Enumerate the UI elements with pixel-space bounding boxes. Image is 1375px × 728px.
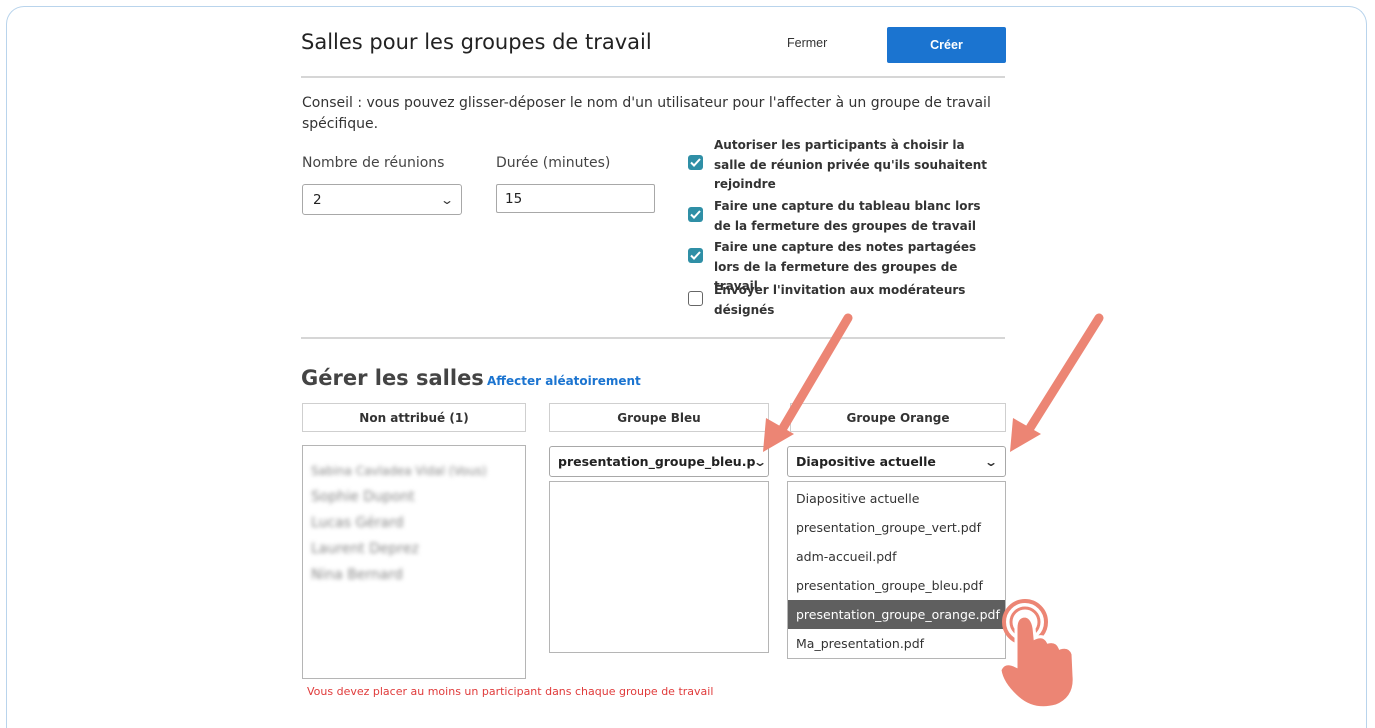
user-name[interactable]: Sophie Dupont [311,484,525,510]
orange-group-file-dropdown[interactable]: Diapositive actuelle presentation_groupe… [787,481,1006,659]
duration-input[interactable]: 15 [496,184,655,213]
column-header-unassigned: Non attribué (1) [302,403,526,432]
checkbox-unchecked-icon[interactable] [688,291,703,306]
section-divider [301,337,1005,339]
random-assign-link[interactable]: Affecter aléatoirement [487,374,641,388]
orange-group-file-select[interactable]: Diapositive actuelle ⌄ [787,446,1006,477]
close-button[interactable]: Fermer [787,36,827,50]
rooms-count-label: Nombre de réunions [302,155,445,171]
checkbox-checked-icon[interactable] [688,248,703,263]
rooms-count-value: 2 [313,191,322,208]
option-label: Faire une capture du tableau blanc lors … [714,199,981,233]
option-whiteboard-capture[interactable]: Faire une capture du tableau blanc lors … [688,197,1008,236]
chevron-down-icon: ⌄ [439,192,455,207]
header-divider [301,76,1005,78]
dropdown-option[interactable]: presentation_groupe_vert.pdf [788,513,1005,542]
create-button[interactable]: Créer [887,27,1006,63]
option-label: Envoyer l'invitation aux modérateurs dés… [714,283,966,317]
manage-rooms-title: Gérer les salles [301,366,484,390]
duration-label: Durée (minutes) [496,155,611,171]
option-invite-moderators[interactable]: Envoyer l'invitation aux modérateurs dés… [688,281,1008,320]
validation-error: Vous devez placer au moins un participan… [307,685,714,698]
rooms-count-select[interactable]: 2 ⌄ [302,184,462,215]
dialog-title: Salles pour les groupes de travail [301,30,652,54]
dropdown-option[interactable]: Ma_presentation.pdf [788,629,1005,658]
blue-group-file-select[interactable]: presentation_groupe_bleu.p ⌄ [549,446,769,477]
user-name[interactable]: Nina Bernard [311,562,525,588]
unassigned-users-list[interactable]: Sabina Cavladea Vidal (Vous) Sophie Dupo… [302,445,526,679]
option-label: Autoriser les participants à choisir la … [714,138,987,191]
user-name[interactable]: Laurent Deprez [311,536,525,562]
blue-group-users-list[interactable] [549,481,769,653]
blue-group-file-value: presentation_groupe_bleu.p [558,454,756,469]
user-name[interactable]: Sabina Cavladea Vidal (Vous) [311,458,525,484]
column-header-orange: Groupe Orange [790,403,1006,432]
column-header-blue: Groupe Bleu [549,403,769,432]
dropdown-option-selected[interactable]: presentation_groupe_orange.pdf [788,600,1005,629]
checkbox-checked-icon[interactable] [688,207,703,222]
orange-group-file-value: Diapositive actuelle [796,454,936,469]
chevron-down-icon: ⌄ [983,454,999,469]
dropdown-option[interactable]: adm-accueil.pdf [788,542,1005,571]
checkbox-checked-icon[interactable] [688,155,703,170]
dropdown-option[interactable]: presentation_groupe_bleu.pdf [788,571,1005,600]
option-choose-room[interactable]: Autoriser les participants à choisir la … [688,136,1008,195]
user-name[interactable]: Lucas Gérard [311,510,525,536]
dropdown-option[interactable]: Diapositive actuelle [788,484,1005,513]
tip-text: Conseil : vous pouvez glisser-déposer le… [302,95,991,132]
chevron-down-icon: ⌄ [753,454,768,469]
